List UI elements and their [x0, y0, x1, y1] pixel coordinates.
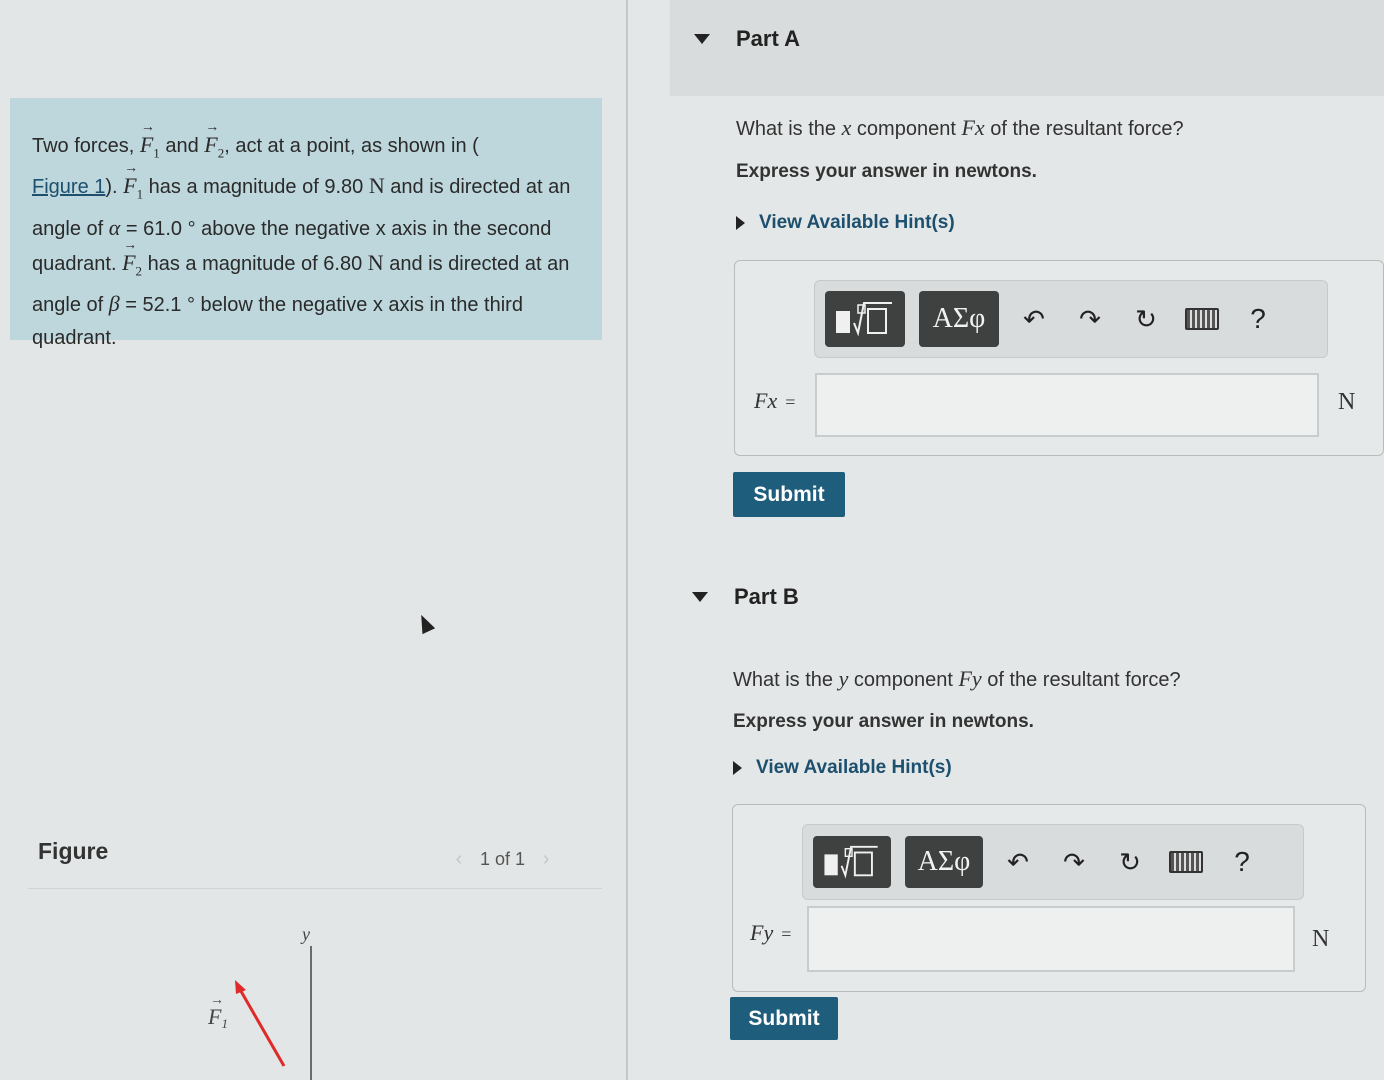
templates-icon [824, 845, 878, 879]
part-a-instruction: Express your answer in newtons. [736, 161, 1037, 182]
part-b-question: What is the y component Fy of the result… [733, 666, 1181, 691]
part-b-unit: N [1312, 926, 1330, 952]
redo-icon[interactable]: ↷ [1053, 841, 1095, 883]
part-b-submit-button[interactable]: Submit [730, 997, 838, 1040]
keyboard-icon[interactable] [1165, 841, 1207, 883]
part-a-hint-toggle[interactable]: View Available Hint(s) [736, 212, 955, 234]
keyboard-icon[interactable] [1181, 298, 1223, 340]
part-b-label: Part B [734, 584, 799, 609]
reset-icon[interactable]: ↻ [1109, 841, 1151, 883]
undo-icon[interactable]: ↶ [997, 841, 1039, 883]
templates-icon [836, 302, 892, 337]
figure-divider [28, 888, 602, 889]
chevron-right-icon[interactable]: › [535, 846, 557, 872]
reset-icon[interactable]: ↻ [1125, 298, 1167, 340]
f1-vector [236, 985, 286, 1067]
redo-icon[interactable]: ↷ [1069, 298, 1111, 340]
templates-button[interactable] [825, 291, 905, 347]
f2-symbol: F2 [204, 111, 224, 169]
y-axis-label: y [300, 924, 310, 944]
part-b-hint-toggle[interactable]: View Available Hint(s) [733, 757, 952, 779]
part-a-submit-button[interactable]: Submit [733, 472, 845, 517]
greek-symbols-button[interactable]: ΑΣφ [905, 836, 983, 888]
caret-right-icon [733, 761, 742, 775]
force-diagram: y F1 → [207, 924, 312, 1080]
f1-symbol: F1 [140, 111, 160, 169]
templates-button[interactable] [813, 836, 891, 888]
part-a-toggle[interactable]: Part A [694, 26, 800, 52]
part-b-var-label: Fy = [750, 920, 792, 945]
f1-arrowhead [235, 980, 246, 994]
caret-down-icon [692, 592, 708, 602]
part-a-answer-input[interactable] [815, 373, 1319, 437]
greek-symbols-button[interactable]: ΑΣφ [919, 291, 999, 347]
part-a-label: Part A [736, 26, 800, 51]
part-a-unit: N [1338, 389, 1356, 415]
problem-statement: Two forces, F1 and F2, act at a point, a… [10, 98, 602, 349]
caret-down-icon [694, 34, 710, 44]
f1-vector-label: F1 [207, 1004, 228, 1031]
f1-symbol-2: F1 [123, 152, 143, 210]
part-a-var-label: Fx = [754, 388, 796, 413]
help-button[interactable]: ? [1221, 841, 1263, 883]
help-button[interactable]: ? [1237, 298, 1279, 340]
part-a-question: What is the x component Fx of the result… [736, 115, 1184, 140]
part-a-math-toolbar: ΑΣφ ↶ ↷ ↻ ? [814, 280, 1328, 358]
part-b-instruction: Express your answer in newtons. [733, 711, 1034, 732]
part-b-answer-input[interactable] [807, 906, 1295, 972]
caret-right-icon [736, 216, 745, 230]
f2-symbol-2: F2 [122, 229, 142, 287]
chevron-left-icon[interactable]: ‹ [448, 846, 470, 872]
figure-title: Figure [38, 838, 109, 864]
figure-pager: ‹ 1 of 1 › [448, 846, 557, 872]
figure-link[interactable]: Figure 1 [32, 176, 105, 198]
pager-text: 1 of 1 [480, 848, 526, 869]
pane-divider[interactable] [626, 0, 628, 1080]
undo-icon[interactable]: ↶ [1013, 298, 1055, 340]
part-b-math-toolbar: ΑΣφ ↶ ↷ ↻ ? [802, 824, 1304, 900]
vector-arrow-mark: → [210, 991, 224, 1007]
part-b-toggle[interactable]: Part B [692, 584, 799, 610]
